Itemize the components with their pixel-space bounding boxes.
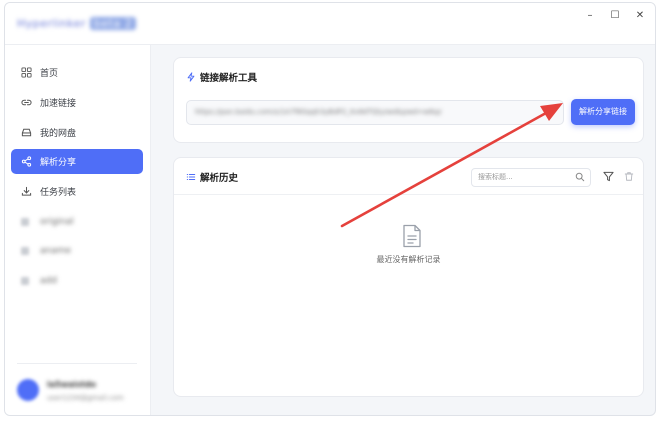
sidebar-item-label: 任务列表	[40, 188, 77, 198]
tool-card-title-text: 链接解析工具	[200, 73, 258, 84]
sidebar-item-blurred-3[interactable]: add	[11, 268, 143, 293]
history-card-title: 解析历史	[186, 170, 238, 184]
trash-icon[interactable]	[624, 171, 634, 182]
blurred-icon	[21, 246, 29, 255]
close-button[interactable]: ✕	[627, 7, 653, 25]
filter-icon[interactable]	[603, 171, 614, 182]
link-parse-tool-card: 链接解析工具 https://pan.baidu.com/s/1A7f8Gqqh…	[173, 57, 644, 143]
sidebar-item-label: original	[40, 216, 74, 227]
empty-document-icon	[403, 224, 421, 248]
sidebar-item-accelerate-link[interactable]: 加速链接	[11, 90, 143, 115]
empty-state-text: 最近没有解析记录	[376, 255, 441, 264]
sidebar-item-parse-share[interactable]: 解析分享	[11, 149, 143, 174]
sidebar-item-blurred-2[interactable]: aname	[11, 238, 143, 263]
minimize-button[interactable]: –	[577, 7, 603, 25]
avatar[interactable]	[17, 379, 39, 401]
search-icon	[575, 172, 585, 182]
blurred-icon	[21, 217, 29, 226]
sidebar-item-task-list[interactable]: 任务列表	[11, 179, 143, 204]
search-placeholder: 搜索标题...	[478, 173, 513, 181]
sidebar-item-home[interactable]: 首页	[11, 60, 143, 85]
blurred-icon	[21, 276, 29, 285]
share-link-value: https://pan.baidu.com/s/1A7f8Gqqh3yBdP2_…	[195, 108, 442, 116]
link-icon	[21, 99, 32, 106]
drive-icon	[21, 128, 32, 137]
grid-icon	[21, 67, 32, 78]
parse-share-link-button[interactable]: 解析分享链接	[571, 99, 635, 125]
lightning-icon	[187, 72, 195, 82]
user-email: user1234@gmail.com	[47, 394, 124, 402]
sidebar-item-blurred-1[interactable]: original	[11, 209, 143, 234]
list-icon	[186, 174, 196, 180]
share-link-input[interactable]: https://pan.baidu.com/s/1A7f8Gqqh3yBdP2_…	[186, 100, 564, 125]
sidebar-item-label: 加速链接	[40, 99, 77, 109]
title-bar: Hyperlinker beta 2 – ☐ ✕	[5, 3, 655, 45]
app-window: Hyperlinker beta 2 – ☐ ✕ 首页 加速链接 我的网盘 解析分…	[4, 2, 656, 416]
app-version-badge: beta 2	[89, 17, 137, 30]
sidebar-item-label: 首页	[40, 69, 59, 79]
sidebar-item-label: aname	[40, 245, 72, 256]
download-icon	[21, 186, 32, 196]
maximize-button[interactable]: ☐	[602, 7, 628, 25]
history-search-input[interactable]: 搜索标题...	[471, 168, 591, 187]
sidebar-item-label: 解析分享	[40, 158, 77, 168]
sidebar-item-my-drive[interactable]: 我的网盘	[11, 120, 143, 145]
history-card-title-text: 解析历史	[200, 173, 239, 184]
share-icon	[21, 156, 32, 167]
parse-history-card: 解析历史 搜索标题... 最近没有解析记录	[173, 157, 644, 397]
sidebar: 首页 加速链接 我的网盘 解析分享 任务列表 original aname ad…	[5, 45, 151, 415]
user-name: la5waistdo	[47, 380, 97, 389]
sidebar-item-label: add	[40, 275, 57, 286]
tool-card-title: 链接解析工具	[186, 70, 257, 84]
sidebar-divider	[17, 363, 137, 364]
app-name: Hyperlinker	[17, 17, 86, 30]
history-header-divider	[174, 194, 643, 195]
app-title: Hyperlinker beta 2	[17, 17, 137, 30]
sidebar-item-label: 我的网盘	[40, 129, 77, 139]
